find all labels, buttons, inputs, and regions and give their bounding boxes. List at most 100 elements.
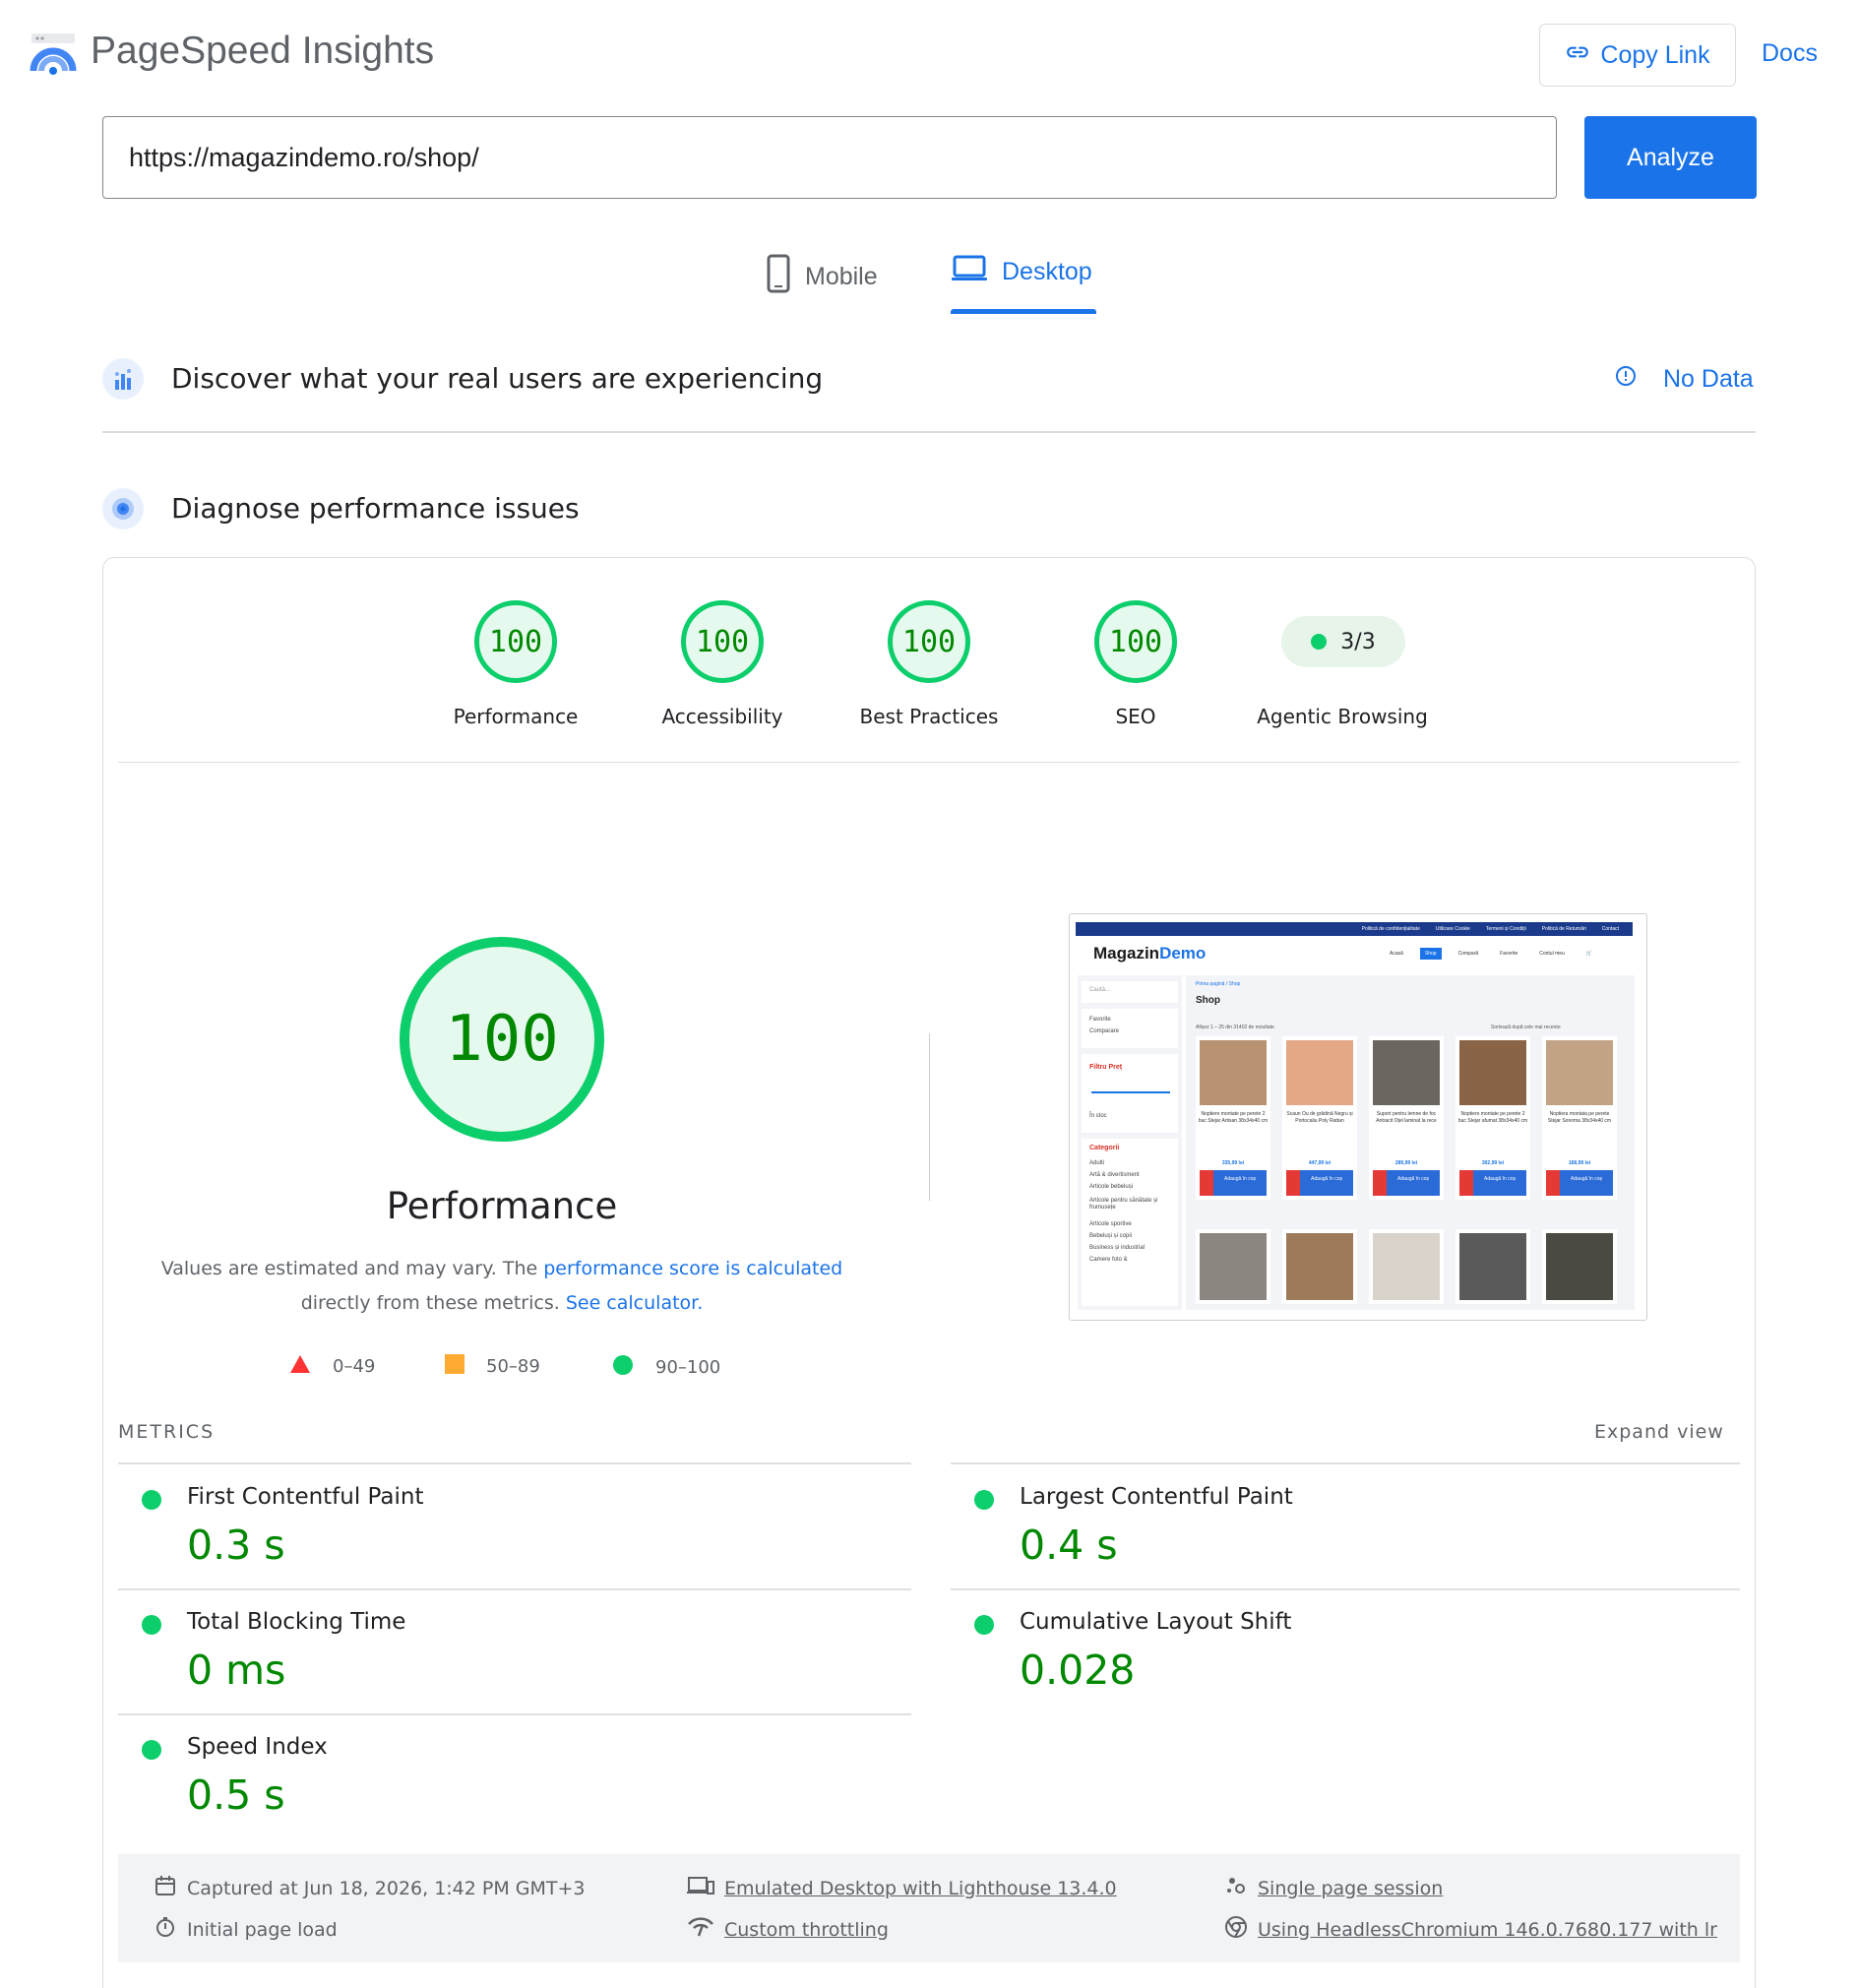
seo-gauge-label[interactable]: SEO	[1027, 705, 1244, 728]
thumb-product-card	[1542, 1229, 1617, 1304]
metric-name: Speed Index	[187, 1734, 328, 1760]
thumb-add-to-cart: Adaugă în coș	[1459, 1170, 1526, 1196]
thumb-product-card: Scaun Ou de grădină Negru și Portocaliu …	[1282, 1036, 1357, 1200]
session-text[interactable]: Single page session	[1258, 1878, 1443, 1899]
legend-average: 50–89	[445, 1354, 540, 1379]
throttling-text[interactable]: Custom throttling	[724, 1919, 889, 1941]
thumb-sort: Sortează după cele mai recente	[1491, 1025, 1561, 1030]
thumb-product-price: 447,99 lei	[1308, 1160, 1332, 1166]
thumb-nav-item: Contul meu	[1539, 951, 1565, 957]
thumb-product-image	[1546, 1040, 1613, 1105]
calendar-icon	[154, 1874, 177, 1902]
tab-active-indicator	[951, 309, 1096, 314]
performance-description: Values are estimated and may vary. The p…	[148, 1252, 856, 1321]
pass-dot-icon	[974, 1490, 994, 1510]
metric-divider	[118, 1588, 911, 1590]
metric-name: Largest Contentful Paint	[1020, 1484, 1293, 1510]
thumb-product-image	[1373, 1040, 1440, 1105]
thumb-product-price: 302,99 lei	[1481, 1160, 1505, 1166]
thumb-brand: MagazinDemo	[1093, 944, 1206, 963]
performance-gauge[interactable]: 100	[474, 600, 557, 683]
thumb-add-label: Adaugă în coș	[1484, 1176, 1516, 1182]
thumb-product-price: 289,99 lei	[1394, 1160, 1418, 1166]
pass-dot-icon	[142, 1740, 161, 1760]
chrome-icon	[1224, 1915, 1248, 1944]
thumb-in-stock: În stoc	[1089, 1113, 1107, 1119]
metrics-heading: METRICS	[118, 1421, 216, 1443]
tab-mobile[interactable]: Mobile	[766, 254, 878, 300]
thumb-category: Articole pentru sănătate și frumusețe	[1089, 1198, 1158, 1211]
performance-gauge-label[interactable]: Performance	[407, 705, 624, 728]
thumb-product-name: Noptiera montata pe perete Stejar Sonoma…	[1547, 1111, 1612, 1124]
legend-average-range: 50–89	[486, 1356, 540, 1377]
browser-text[interactable]: Using HeadlessChromium 146.0.7680.177 wi…	[1258, 1919, 1717, 1941]
metric-divider	[118, 1713, 911, 1715]
score-calculation-link[interactable]: performance score is calculated	[543, 1258, 842, 1279]
expand-view-toggle[interactable]: Expand view	[1594, 1421, 1724, 1443]
thumb-add-to-cart: Adaugă în coș	[1200, 1170, 1267, 1196]
emulated-text[interactable]: Emulated Desktop with Lighthouse 13.4.0	[724, 1878, 1117, 1899]
thumb-nav-item: Shop	[1419, 948, 1442, 960]
calculator-link[interactable]: See calculator.	[566, 1292, 703, 1314]
metric-value: 0.3 s	[187, 1522, 285, 1569]
analyze-button[interactable]: Analyze	[1584, 116, 1757, 199]
desc-text: Values are estimated and may vary. The	[160, 1258, 544, 1279]
thumb-product-image	[1200, 1040, 1267, 1105]
agentic-browsing-badge[interactable]: 3/3	[1281, 616, 1405, 667]
docs-link[interactable]: Docs	[1762, 39, 1818, 68]
desc-text-2: directly from these metrics.	[300, 1292, 566, 1314]
thumb-results: Afișez 1 – 25 din 31402 de rezultate	[1196, 1025, 1274, 1030]
best-practices-gauge[interactable]: 100	[888, 600, 970, 683]
captured-text: Captured at Jun 18, 2026, 1:42 PM GMT+3	[187, 1877, 586, 1899]
thumb-topbar-link: Termeni și Condiții	[1485, 926, 1526, 932]
thumb-nav-item: Favorite	[1500, 951, 1518, 957]
metric-divider	[118, 1462, 911, 1464]
thumb-topbar-link: Contact	[1601, 926, 1619, 932]
emulated-info[interactable]: Emulated Desktop with Lighthouse 13.4.0	[687, 1874, 1117, 1902]
agentic-browsing-label[interactable]: Agentic Browsing	[1234, 705, 1451, 728]
real-users-icon	[102, 358, 144, 400]
metric-name: First Contentful Paint	[187, 1484, 424, 1510]
thumb-product-card: Suport pentru lemne de foc Antracit Oțel…	[1369, 1036, 1444, 1200]
card-divider	[118, 762, 1740, 763]
thumb-add-label: Adaugă în coș	[1571, 1176, 1602, 1182]
metric-divider	[951, 1462, 1740, 1464]
accessibility-gauge[interactable]: 100	[681, 600, 764, 683]
diagnose-title: Diagnose performance issues	[171, 492, 580, 525]
thumb-price-slider	[1091, 1091, 1170, 1093]
thumb-add-to-cart: Adaugă în coș	[1546, 1170, 1613, 1196]
thumb-product-card: Noptiere montate pe perete 2 buc Stejar …	[1196, 1036, 1270, 1200]
thumb-category: Adulti	[1089, 1160, 1105, 1166]
performance-heading: Performance	[386, 1185, 618, 1227]
thumb-product-card: Noptiera montata pe perete Stejar Sonoma…	[1542, 1036, 1617, 1200]
thumb-product-card	[1196, 1229, 1270, 1304]
app-title[interactable]: PageSpeed Insights	[91, 30, 434, 73]
thumb-breadcrumb: Prima pagină / Shop	[1196, 981, 1241, 987]
people-icon	[1224, 1874, 1248, 1902]
seo-gauge[interactable]: 100	[1094, 600, 1177, 683]
thumb-categories-title: Categorii	[1089, 1145, 1120, 1151]
copy-link-button[interactable]: Copy Link	[1539, 24, 1736, 87]
thumb-product-card	[1282, 1229, 1357, 1304]
throttling-info[interactable]: Custom throttling	[687, 1915, 889, 1944]
thumb-brand-a: Magazin	[1093, 944, 1160, 963]
diagnose-icon	[102, 488, 144, 529]
best-practices-gauge-label[interactable]: Best Practices	[821, 705, 1037, 728]
thumb-add-to-cart: Adaugă în coș	[1373, 1170, 1440, 1196]
url-input[interactable]	[102, 116, 1557, 199]
thumb-category: Articole bebeluși	[1089, 1184, 1134, 1190]
legend-fail-range: 0–49	[333, 1356, 376, 1377]
section-divider	[102, 431, 1756, 433]
no-data-indicator[interactable]: No Data	[1614, 364, 1754, 395]
timer-icon	[154, 1915, 177, 1944]
session-info[interactable]: Single page session	[1224, 1874, 1443, 1902]
tab-desktop[interactable]: Desktop	[951, 254, 1092, 290]
browser-info[interactable]: Using HeadlessChromium 146.0.7680.177 wi…	[1224, 1915, 1717, 1944]
thumb-add-to-cart: Adaugă în coș	[1286, 1170, 1353, 1196]
metric-name: Total Blocking Time	[187, 1609, 406, 1635]
pagespeed-logo-icon[interactable]	[30, 31, 77, 79]
thumb-topbar-link: Politică de confidențialitate	[1361, 926, 1420, 932]
accessibility-gauge-label[interactable]: Accessibility	[614, 705, 831, 728]
thumb-page-title: Shop	[1196, 995, 1220, 1006]
thumb-nav: Acasă Shop Compară Favorite Contul meu 🛒	[1385, 948, 1597, 960]
